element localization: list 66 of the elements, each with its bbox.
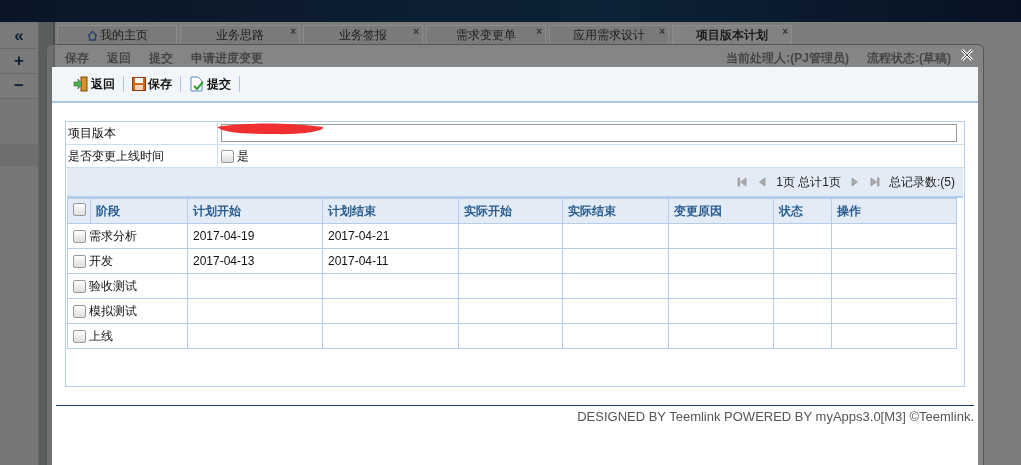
first-page-button[interactable] — [736, 176, 749, 188]
flow-status-text: 流程状态:(草稿) — [867, 49, 951, 67]
tab-close-button[interactable]: × — [659, 26, 665, 37]
column-header: 变更原因 — [668, 198, 774, 224]
tab-close-button[interactable]: × — [290, 26, 296, 37]
tab[interactable]: 我的主页 — [57, 25, 177, 45]
tab[interactable]: 业务思路 × — [180, 25, 300, 45]
phase-text: 模拟测试 — [89, 302, 137, 320]
select-all-checkbox[interactable] — [73, 203, 86, 216]
page-info: 1页 总计1页 — [776, 173, 841, 191]
column-header: 操作 — [831, 198, 957, 224]
tab-close-button[interactable]: × — [413, 26, 419, 37]
date-text: 2017-04-11 — [328, 254, 389, 268]
previous-page-icon — [756, 176, 769, 188]
date-text: 2017-04-13 — [193, 254, 255, 268]
tab[interactable]: 需求变更单 × — [426, 25, 546, 45]
column-header: 状态 — [773, 198, 832, 224]
toolbar-button[interactable]: 申请进度变更 — [191, 49, 263, 67]
field-label: 项目版本 — [66, 122, 218, 144]
sidebar-button[interactable]: « — [0, 24, 38, 49]
last-page-button[interactable] — [869, 176, 881, 188]
date-text: 2017-04-21 — [328, 229, 390, 243]
column-header: 实际开始 — [458, 198, 563, 224]
tab[interactable]: 项目版本计划 × — [672, 25, 792, 45]
toolbar-button[interactable]: 保存 — [65, 49, 89, 67]
toolbar-button[interactable]: 返回 — [65, 75, 123, 93]
previous-page-button[interactable] — [756, 176, 769, 188]
toolbar-button[interactable]: 保存 — [124, 75, 180, 93]
tab-close-button[interactable]: × — [782, 26, 788, 37]
tab[interactable]: 业务签报 × — [303, 25, 423, 45]
sidebar-button[interactable]: − — [0, 74, 38, 99]
input-field[interactable] — [221, 124, 957, 142]
row-checkbox[interactable] — [73, 229, 86, 243]
row-checkbox[interactable] — [73, 279, 86, 293]
column-header: 计划结束 — [322, 198, 459, 224]
total-records: 总记录数:(5) — [889, 173, 955, 191]
toolbar-button[interactable]: 提交 — [149, 49, 173, 67]
close-icon[interactable] — [959, 47, 975, 63]
phase-text: 开发 — [89, 252, 113, 270]
last-page-icon — [869, 176, 881, 188]
row-checkbox[interactable] — [73, 329, 86, 343]
first-page-icon — [736, 176, 749, 188]
door-arrow-icon — [73, 76, 89, 92]
phase-text: 上线 — [89, 327, 113, 345]
toolbar-button[interactable]: 提交 — [181, 75, 239, 93]
column-header: 实际结束 — [562, 198, 669, 224]
phase-text: 需求分析 — [89, 227, 137, 245]
tab[interactable]: 应用需求设计 × — [549, 25, 669, 45]
toolbar-button[interactable]: 返回 — [107, 49, 131, 67]
tab-close-button[interactable]: × — [536, 26, 542, 37]
footer-text: DESIGNED BY Teemlink POWERED BY myApps3.0[M3] ©Teemlink. — [577, 409, 974, 424]
phase-text: 验收测试 — [89, 277, 137, 295]
sidebar-button[interactable]: + — [0, 49, 38, 74]
next-page-icon — [849, 176, 861, 188]
current-handler-text: 当前处理人:(PJ管理员) — [726, 49, 849, 67]
checkbox[interactable] — [221, 149, 234, 163]
document-check-icon — [189, 76, 205, 92]
field-label: 是否变更上线时间 — [66, 145, 218, 167]
date-text: 2017-04-19 — [193, 229, 255, 243]
checkbox-label: 是 — [237, 147, 249, 165]
row-checkbox[interactable] — [73, 304, 86, 318]
column-header: 计划开始 — [187, 198, 323, 224]
row-checkbox[interactable] — [73, 254, 86, 268]
column-header: 阶段 — [90, 198, 188, 224]
home-icon — [86, 30, 98, 41]
next-page-button[interactable] — [849, 176, 861, 188]
